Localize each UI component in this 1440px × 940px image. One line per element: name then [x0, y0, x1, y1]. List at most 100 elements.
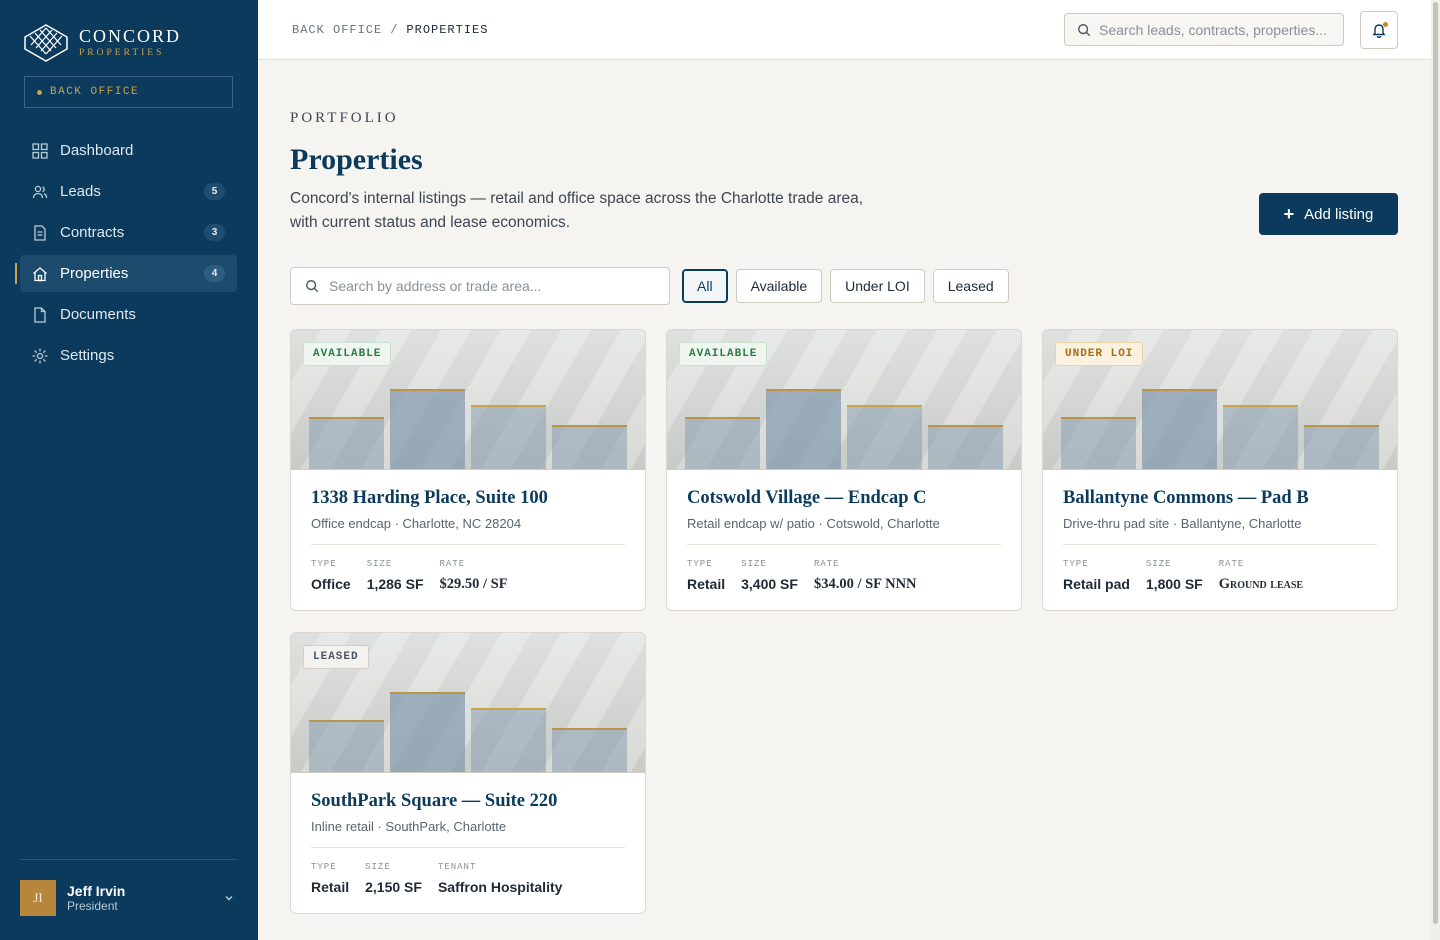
- property-title[interactable]: SouthPark Square — Suite 220: [311, 791, 557, 812]
- sidebar-item-label: Documents: [60, 306, 136, 323]
- sidebar-item-label: Contracts: [60, 224, 125, 241]
- user-role: President: [67, 898, 118, 913]
- count-badge: 5: [204, 183, 225, 200]
- card-divider: [311, 544, 625, 545]
- sidebar-item-label: Leads: [60, 183, 101, 200]
- sidebar-item-label: Properties: [60, 265, 129, 282]
- add-listing-button[interactable]: + Add listing: [1259, 193, 1398, 235]
- spec-value: Retail: [311, 879, 350, 895]
- filter-chip-all[interactable]: All: [682, 269, 728, 303]
- sidebar-item-label: Settings: [60, 347, 115, 364]
- sidebar-item-contracts[interactable]: Contracts 3: [20, 214, 237, 251]
- section-badge-label: BACK OFFICE: [50, 86, 140, 98]
- property-image: AVAILABLE: [291, 330, 645, 470]
- status-dot-icon: [37, 89, 42, 95]
- page-description: Concord's internal listings — retail and…: [290, 190, 864, 231]
- search-icon: [1078, 23, 1091, 36]
- concord-logo-icon: [24, 24, 68, 62]
- global-search: [1064, 13, 1344, 46]
- sidebar-item-documents[interactable]: Documents: [20, 296, 237, 333]
- topbar: BACK OFFICE / PROPERTIES: [258, 0, 1431, 60]
- spec-rate: RATE Ground lease: [1219, 559, 1303, 593]
- property-card[interactable]: AVAILABLE Cotswold Village — Endcap C Re…: [666, 329, 1022, 611]
- property-card[interactable]: UNDER LOI Ballantyne Commons — Pad B Dri…: [1042, 329, 1398, 611]
- status-badge: AVAILABLE: [303, 342, 392, 366]
- sidebar-divider: [20, 859, 237, 860]
- status-badge: UNDER LOI: [1055, 342, 1144, 366]
- filter-chip-leased[interactable]: Leased: [932, 269, 1009, 303]
- sidebar-item-properties[interactable]: Properties 4: [15, 255, 237, 292]
- spec-label: SIZE: [741, 559, 767, 569]
- spec-rate: RATE $34.00 / SF NNN: [814, 559, 917, 593]
- spec-size: SIZE 3,400 SF: [741, 559, 798, 593]
- file-icon: [32, 224, 48, 241]
- spec-label: TYPE: [687, 559, 713, 569]
- spec-label: TENANT: [437, 862, 477, 872]
- spec-value: Retail: [687, 576, 726, 592]
- spec-label: RATE: [1218, 559, 1245, 569]
- breadcrumb-parent[interactable]: BACK OFFICE: [292, 23, 382, 37]
- spec-value: Saffron Hospitality: [437, 879, 563, 895]
- filter-chip-available[interactable]: Available: [735, 269, 823, 303]
- status-filter: All Available Under LOI Leased: [682, 269, 1009, 303]
- property-image: UNDER LOI: [1043, 330, 1397, 470]
- card-divider: [1063, 544, 1377, 545]
- grid-icon: [32, 142, 48, 159]
- spec-type: TYPE Retail: [311, 862, 349, 895]
- property-image: LEASED: [291, 633, 645, 773]
- home-icon: [32, 266, 48, 282]
- brand-subtitle: PROPERTIES: [79, 48, 165, 58]
- spec-value: $29.50 / SF: [439, 576, 508, 592]
- spec-type: TYPE Retail pad: [1063, 559, 1130, 593]
- spec-label: TYPE: [1063, 559, 1089, 569]
- listing-search-input[interactable]: [329, 278, 649, 294]
- breadcrumb: BACK OFFICE / PROPERTIES: [292, 23, 488, 37]
- property-title[interactable]: Cotswold Village — Endcap C: [687, 488, 927, 509]
- avatar: JI: [20, 880, 56, 916]
- brand-logo[interactable]: CONCORD PROPERTIES: [24, 24, 181, 62]
- chevron-down-icon[interactable]: [221, 890, 237, 906]
- spec-label: SIZE: [1145, 559, 1172, 569]
- listing-search: [290, 267, 670, 305]
- property-subtitle: Drive-thru pad site · Ballantyne, Charlo…: [1063, 516, 1302, 531]
- global-search-input[interactable]: [1099, 21, 1329, 38]
- spec-value: 1,286 SF: [366, 576, 424, 592]
- property-card[interactable]: AVAILABLE 1338 Harding Place, Suite 100 …: [290, 329, 646, 611]
- sidebar-item-label: Dashboard: [60, 142, 134, 159]
- spec-rate: RATE $29.50 / SF: [440, 559, 508, 593]
- scrollbar-thumb[interactable]: [1433, 2, 1438, 924]
- spec-size: SIZE 1,286 SF: [367, 559, 424, 593]
- spec-type: TYPE Retail: [687, 559, 725, 593]
- spec-type: TYPE Office: [311, 559, 351, 593]
- notification-dot: [1383, 22, 1388, 27]
- spec-value: Retail pad: [1063, 576, 1130, 592]
- sidebar-item-leads[interactable]: Leads 5: [20, 173, 237, 210]
- spec-label: RATE: [439, 559, 466, 569]
- search-icon: [306, 280, 319, 293]
- sidebar-nav: Dashboard Leads 5 Contracts 3 Properties…: [15, 132, 237, 378]
- property-card[interactable]: LEASED SouthPark Square — Suite 220 Inli…: [290, 632, 646, 914]
- property-specs: TYPE Retail SIZE 3,400 SF RATE $34.00 / SF …: [687, 559, 917, 593]
- users-icon: [32, 184, 48, 200]
- property-specs: TYPE Retail SIZE 2,150 SF TENANT Saffron Ho…: [311, 862, 562, 895]
- filter-chip-under-loi[interactable]: Under LOI: [830, 269, 925, 303]
- count-badge: 4: [204, 265, 225, 282]
- spec-label: SIZE: [365, 862, 391, 872]
- notifications-button[interactable]: [1360, 11, 1398, 49]
- property-title[interactable]: Ballantyne Commons — Pad B: [1063, 488, 1309, 509]
- user-menu[interactable]: JI Jeff Irvin President: [20, 880, 237, 916]
- spec-value: 2,150 SF: [365, 879, 422, 895]
- property-title[interactable]: 1338 Harding Place, Suite 100: [311, 488, 548, 509]
- card-divider: [311, 847, 625, 848]
- card-divider: [687, 544, 1001, 545]
- spec-value: Ground lease: [1218, 576, 1304, 592]
- sidebar-item-dashboard[interactable]: Dashboard: [20, 132, 237, 169]
- property-subtitle: Office endcap · Charlotte, NC 28204: [311, 516, 522, 531]
- sidebar: CONCORD PROPERTIES BACK OFFICE Dashboard…: [0, 0, 258, 940]
- breadcrumb-current: PROPERTIES: [406, 23, 489, 37]
- section-badge: BACK OFFICE: [24, 76, 233, 108]
- spec-value: Office: [311, 576, 351, 592]
- sidebar-item-settings[interactable]: Settings: [20, 337, 237, 374]
- document-icon: [32, 306, 48, 323]
- user-name: Jeff Irvin: [67, 882, 126, 899]
